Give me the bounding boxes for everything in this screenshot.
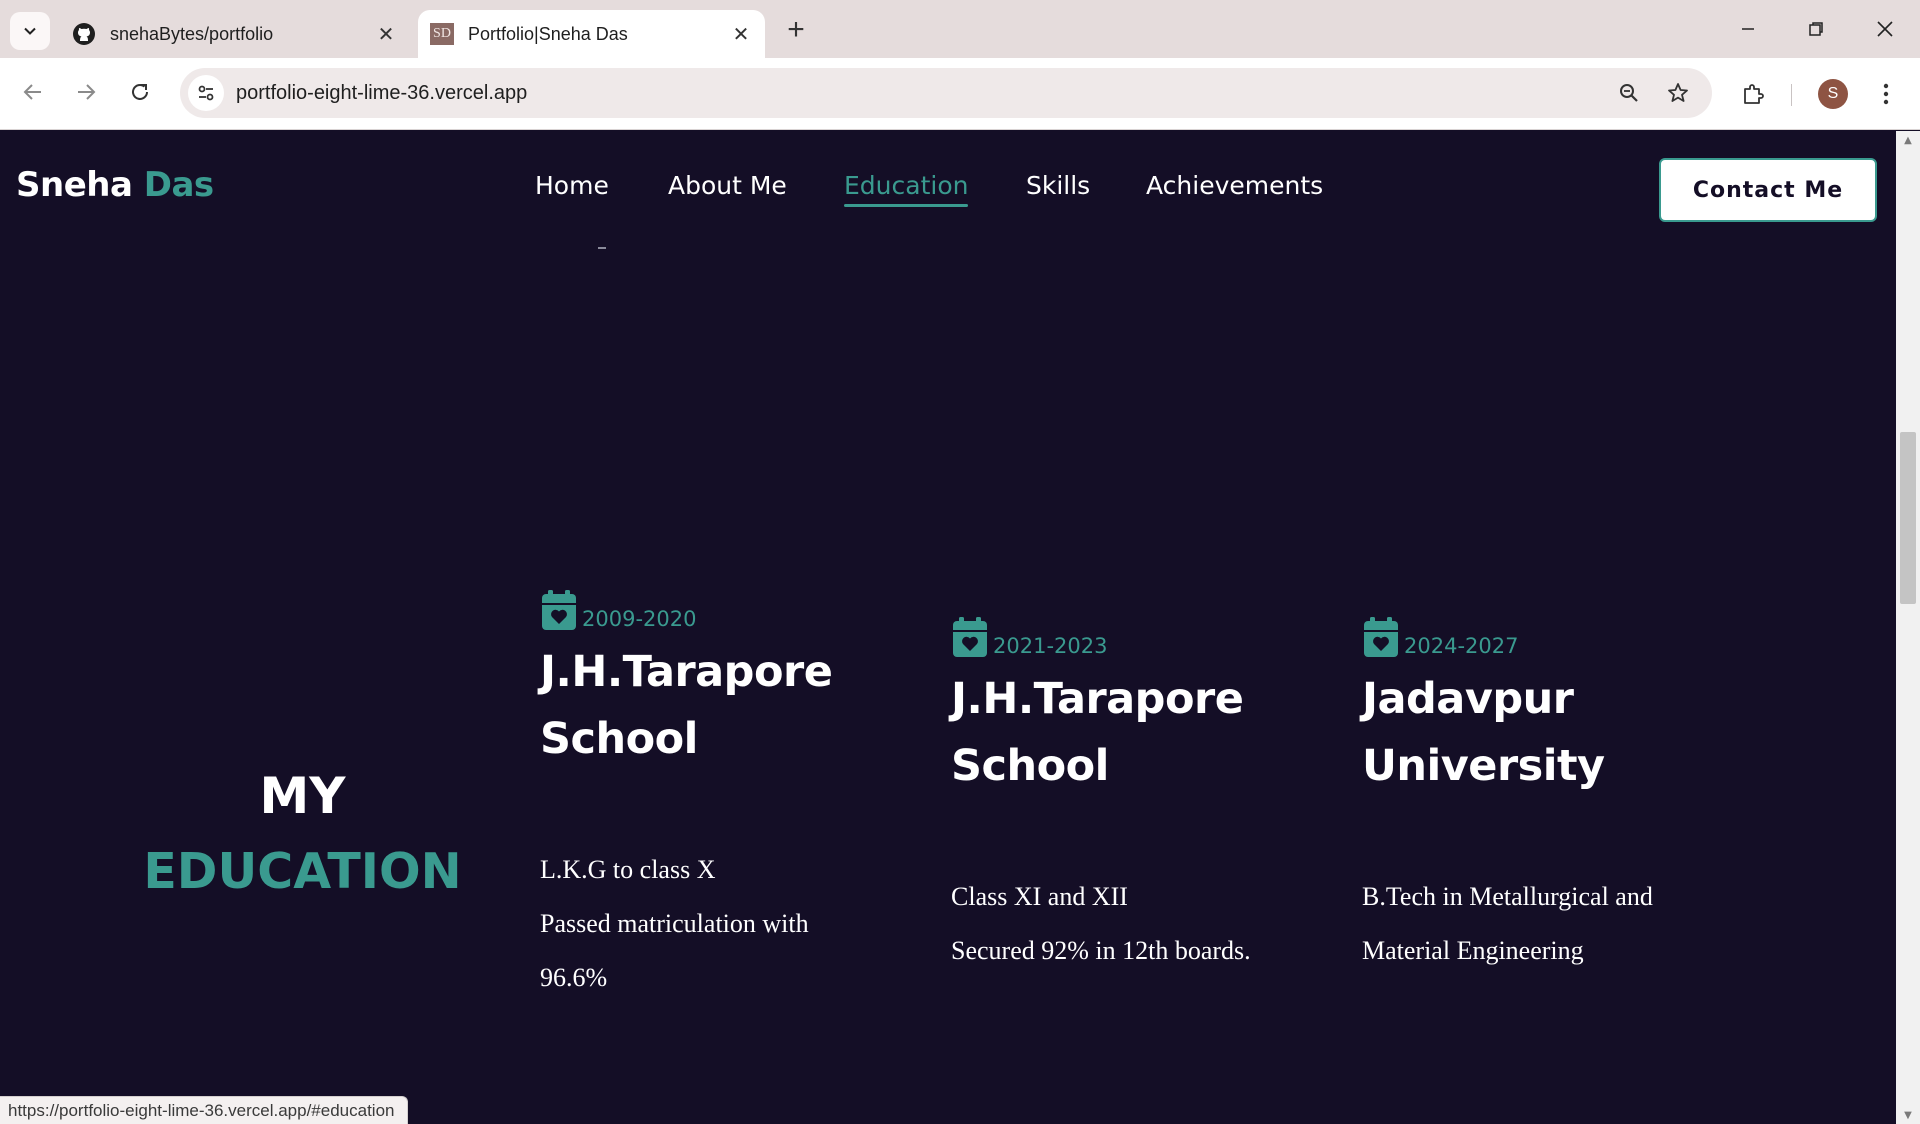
description-line: B.Tech in Metallurgical and — [1362, 882, 1653, 911]
arrow-right-icon — [78, 84, 96, 100]
contact-me-button[interactable]: Contact Me — [1659, 158, 1877, 222]
close-tab-icon[interactable]: ✕ — [372, 20, 400, 48]
description-line: Secured 92% in 12th boards. — [951, 936, 1251, 965]
site-info-button[interactable] — [188, 75, 224, 111]
star-icon — [1668, 83, 1688, 102]
new-tab-button[interactable]: + — [780, 12, 812, 48]
kebab-menu-icon — [1883, 83, 1889, 105]
divider — [598, 247, 606, 249]
tab-github[interactable]: snehaBytes/portfolio ✕ — [60, 10, 410, 58]
chevron-down-icon — [24, 27, 36, 35]
toolbar-divider — [1791, 84, 1792, 106]
close-icon — [1877, 21, 1893, 37]
site-navbar: Sneha Das Home About Me Education Skills… — [0, 131, 1896, 249]
zoom-icon — [1620, 84, 1638, 102]
minimize-button[interactable] — [1714, 0, 1782, 58]
brand-last-name: Das — [143, 165, 214, 205]
school-name: Jadavpur University — [1362, 674, 1605, 791]
tab-portfolio[interactable]: SD Portfolio|Sneha Das ✕ — [418, 10, 765, 58]
description-line: Material Engineering — [1362, 936, 1584, 965]
education-years: 2021-2023 — [993, 634, 1108, 658]
page-scrollbar[interactable]: ▲ ▼ — [1896, 131, 1920, 1124]
calendar-heart-icon — [542, 590, 576, 630]
portfolio-favicon: SD — [430, 22, 454, 46]
url-text: portfolio-eight-lime-36.vercel.app — [236, 82, 528, 104]
tab-title: Portfolio|Sneha Das — [468, 23, 628, 44]
reload-button[interactable] — [120, 72, 160, 112]
minimize-icon — [1742, 28, 1754, 30]
description-line: Passed matriculation with — [540, 909, 809, 938]
description-line: Class XI and XII — [951, 882, 1128, 911]
school-name: J.H.Tarapore School — [951, 674, 1244, 791]
nav-home[interactable]: Home — [535, 171, 609, 200]
education-description: B.Tech in Metallurgical and Material Eng… — [1362, 870, 1762, 978]
zoom-button[interactable] — [1614, 78, 1644, 108]
profile-button[interactable]: S — [1813, 74, 1853, 114]
education-years: 2009-2020 — [582, 607, 697, 631]
link-status-bar: https://portfolio-eight-lime-36.vercel.a… — [0, 1096, 408, 1124]
scroll-down-arrow-icon[interactable]: ▼ — [1896, 1106, 1920, 1124]
browser-tab-strip: snehaBytes/portfolio ✕ SD Portfolio|Sneh… — [0, 0, 1920, 58]
tab-search-button[interactable] — [10, 12, 50, 50]
education-card: 2021-2023 J.H.Tarapore School Class XI a… — [951, 614, 1351, 978]
menu-button[interactable] — [1866, 74, 1906, 114]
section-title: MY EDUCATION — [110, 758, 495, 910]
sd-logo: SD — [430, 23, 454, 45]
nav-education[interactable]: Education — [844, 171, 969, 207]
close-tab-icon[interactable]: ✕ — [727, 20, 755, 48]
scroll-up-arrow-icon[interactable]: ▲ — [1896, 131, 1920, 149]
page-viewport: Sneha Das Home About Me Education Skills… — [0, 131, 1920, 1124]
calendar-heart-icon — [1364, 617, 1398, 657]
nav-skills[interactable]: Skills — [1026, 171, 1090, 200]
bookmark-button[interactable] — [1663, 78, 1693, 108]
date-row: 2024-2027 — [1362, 614, 1762, 658]
site-logo[interactable]: Sneha Das — [16, 165, 214, 205]
browser-toolbar: portfolio-eight-lime-36.vercel.app S — [0, 58, 1920, 130]
reload-icon — [132, 83, 148, 100]
scrollbar-thumb[interactable] — [1900, 432, 1916, 604]
tab-title: snehaBytes/portfolio — [110, 23, 274, 44]
nav-about-me[interactable]: About Me — [668, 171, 787, 200]
description-line: 96.6% — [540, 963, 608, 992]
education-description: L.K.G to class X Passed matriculation wi… — [540, 843, 940, 1005]
education-card: 2009-2020 J.H.Tarapore School L.K.G to c… — [540, 587, 940, 1005]
brand-first-name: Sneha — [16, 165, 133, 205]
github-icon — [72, 22, 96, 46]
education-card: 2024-2027 Jadavpur University B.Tech in … — [1362, 614, 1762, 978]
date-row: 2021-2023 — [951, 614, 1351, 658]
forward-button[interactable] — [66, 72, 106, 112]
tune-icon — [198, 85, 214, 101]
close-window-button[interactable] — [1851, 0, 1919, 58]
section-title-line2: EDUCATION — [143, 843, 462, 900]
section-title-line1: MY — [259, 767, 346, 825]
nav-achievements[interactable]: Achievements — [1146, 171, 1323, 200]
description-line: L.K.G to class X — [540, 855, 716, 884]
date-row: 2009-2020 — [540, 587, 940, 631]
education-years: 2024-2027 — [1404, 634, 1519, 658]
arrow-left-icon — [23, 84, 41, 100]
school-name: J.H.Tarapore School — [540, 647, 833, 764]
extensions-button[interactable] — [1733, 74, 1773, 114]
restore-icon — [1809, 22, 1823, 36]
education-description: Class XI and XII Secured 92% in 12th boa… — [951, 870, 1351, 978]
back-button[interactable] — [13, 72, 53, 112]
restore-button[interactable] — [1782, 0, 1850, 58]
address-bar[interactable]: portfolio-eight-lime-36.vercel.app — [180, 68, 1712, 118]
calendar-heart-icon — [953, 617, 987, 657]
avatar: S — [1818, 79, 1848, 109]
puzzle-icon — [1744, 84, 1764, 104]
